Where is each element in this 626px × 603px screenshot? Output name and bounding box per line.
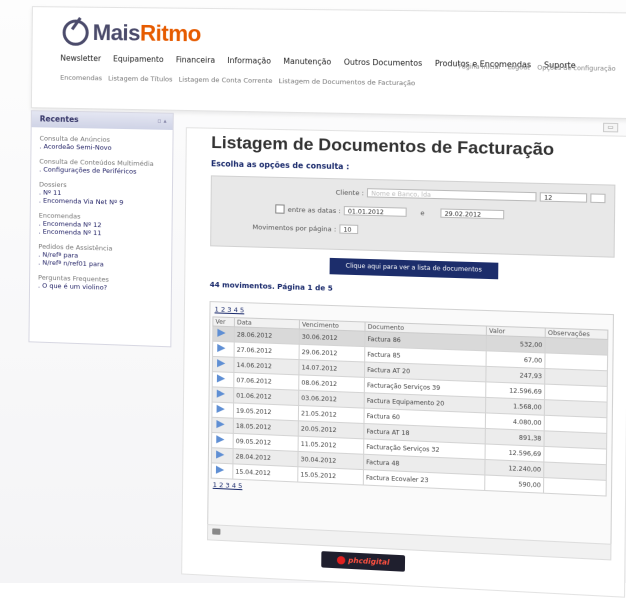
sidebar-group: Consulta de Conteúdos Multimédia . Confi…: [39, 157, 164, 176]
logo-text: MaisRitmo: [93, 20, 201, 48]
view-play-icon[interactable]: [217, 343, 226, 353]
view-play-icon[interactable]: [216, 435, 225, 444]
results-table-panel: 1 2 3 4 5 Ver Data Vencimento Documento …: [207, 301, 615, 552]
datas-label: entre as datas :: [287, 205, 341, 215]
utility-links: Página Inicial Logout Opções de configur…: [458, 63, 615, 73]
view-play-icon[interactable]: [215, 465, 225, 475]
sidebar-header: Recentes ▫ ▴: [31, 111, 173, 130]
sidebar-recentes: Recentes ▫ ▴ Consulta de Anúncios . Acor…: [28, 110, 174, 348]
sidebar-controls-icon[interactable]: ▫ ▴: [157, 113, 166, 129]
brand-text: phcdigital: [348, 556, 390, 567]
logo-part-2: Ritmo: [139, 20, 202, 47]
util-logout[interactable]: Logout: [508, 64, 530, 72]
nav-equipamento[interactable]: Equipamento: [113, 54, 164, 64]
datas-checkbox[interactable]: [275, 204, 285, 214]
logo-part-1: Mais: [92, 19, 141, 46]
sidebar-group: Pedidos de Assistência . N/refª para . N…: [38, 242, 163, 270]
cliente-row: Cliente : Nome e Banco, lda 12: [335, 187, 606, 204]
per-page-label: Movimentos por página :: [252, 222, 337, 233]
filter-box: Cliente : Nome e Banco, lda 12 entre as …: [210, 175, 616, 258]
pager-bottom[interactable]: 1 2 3 4 5: [213, 481, 243, 490]
view-play-icon[interactable]: [217, 328, 226, 338]
view-play-icon[interactable]: [216, 404, 225, 414]
nav-newsletter[interactable]: Newsletter: [60, 54, 101, 64]
view-play-icon[interactable]: [216, 374, 226, 383]
view-play-icon[interactable]: [216, 419, 225, 429]
nav-financeira[interactable]: Financeira: [176, 55, 215, 65]
cliente-label: Cliente :: [335, 187, 364, 197]
view-play-icon[interactable]: [217, 359, 226, 368]
cell-valor: 590,00: [484, 474, 544, 494]
nav-manutencao[interactable]: Manutenção: [283, 57, 331, 67]
cliente-input[interactable]: Nome e Banco, lda: [367, 188, 537, 202]
cell-vencimento: 15.05.2012: [297, 466, 364, 485]
subnav-listagem-documentos[interactable]: Listagem de Documentos de Facturação: [279, 77, 416, 87]
subnav-encomendas[interactable]: Encomendas: [60, 74, 102, 83]
view-play-icon[interactable]: [216, 450, 225, 459]
nav-outros-documentos[interactable]: Outros Documentos: [344, 58, 423, 68]
date-separator: e: [420, 208, 425, 217]
sidebar-link[interactable]: . Acordeão Semi-Novo: [39, 142, 164, 153]
view-documents-button[interactable]: Clique aqui para ver a lista de document…: [329, 257, 499, 280]
cell-data: 15.04.2012: [232, 463, 298, 483]
documents-table: Ver Data Vencimento Documento Valor Obse…: [211, 316, 609, 497]
collapse-header-icon[interactable]: ▭: [602, 122, 619, 133]
sidebar-group: Consulta de Anúncios . Acordeão Semi-Nov…: [39, 134, 164, 153]
date-to-input[interactable]: 29.02.2012: [440, 208, 505, 220]
page: MaisRitmo Newsletter Equipamento Finance…: [0, 0, 626, 598]
nav-informacao[interactable]: Informação: [227, 56, 271, 66]
results-count: 44 movimentos. Página 1 de 5: [209, 280, 333, 293]
sub-nav: Encomendas Listagem de Títulos Listagem …: [60, 74, 415, 88]
util-pagina-inicial[interactable]: Página Inicial: [458, 63, 500, 71]
site-header: MaisRitmo Newsletter Equipamento Finance…: [30, 6, 626, 120]
site-canvas: MaisRitmo Newsletter Equipamento Finance…: [16, 6, 626, 603]
per-page-input[interactable]: 10: [339, 224, 359, 235]
main-panel: Listagem de Documentos de Facturação Esc…: [181, 127, 626, 598]
pager-top[interactable]: 1 2 3 4 5: [215, 305, 245, 314]
date-from-input[interactable]: 01.01.2012: [343, 206, 407, 217]
logo[interactable]: MaisRitmo: [62, 19, 201, 47]
logo-note-icon: [62, 19, 89, 46]
brand-dot-icon: [336, 555, 346, 565]
view-play-icon[interactable]: [216, 389, 225, 399]
subnav-listagem-conta-corrente[interactable]: Listagem de Conta Corrente: [179, 75, 273, 85]
cliente-extra-input[interactable]: [590, 193, 606, 204]
cell-observacoes: [543, 477, 607, 497]
per-page-row: Movimentos por página : 10: [252, 222, 359, 235]
sidebar-title: Recentes: [39, 114, 79, 125]
sidebar-link[interactable]: . Encomenda Via Net Nº 9: [39, 196, 164, 207]
box-icon[interactable]: [212, 528, 221, 535]
datas-row: entre as datas : 01.01.2012 e 29.02.2012: [275, 204, 505, 220]
cliente-code-input[interactable]: 12: [539, 192, 588, 203]
sidebar-group: Encomendas . Encomenda Nº 12 . Encomenda…: [39, 211, 164, 238]
page-title: Listagem de Documentos de Facturação: [211, 132, 555, 160]
query-options-subtitle: Escolha as opções de consulta :: [210, 159, 350, 172]
util-opcoes[interactable]: Opções de configuração: [537, 64, 615, 72]
sidebar-group: Perguntas Frequentes . O que é um violin…: [38, 274, 163, 294]
sidebar-group: Dossiers . Nº 11 . Encomenda Via Net Nº …: [39, 180, 164, 207]
subnav-listagem-titulos[interactable]: Listagem de Títulos: [108, 74, 173, 83]
